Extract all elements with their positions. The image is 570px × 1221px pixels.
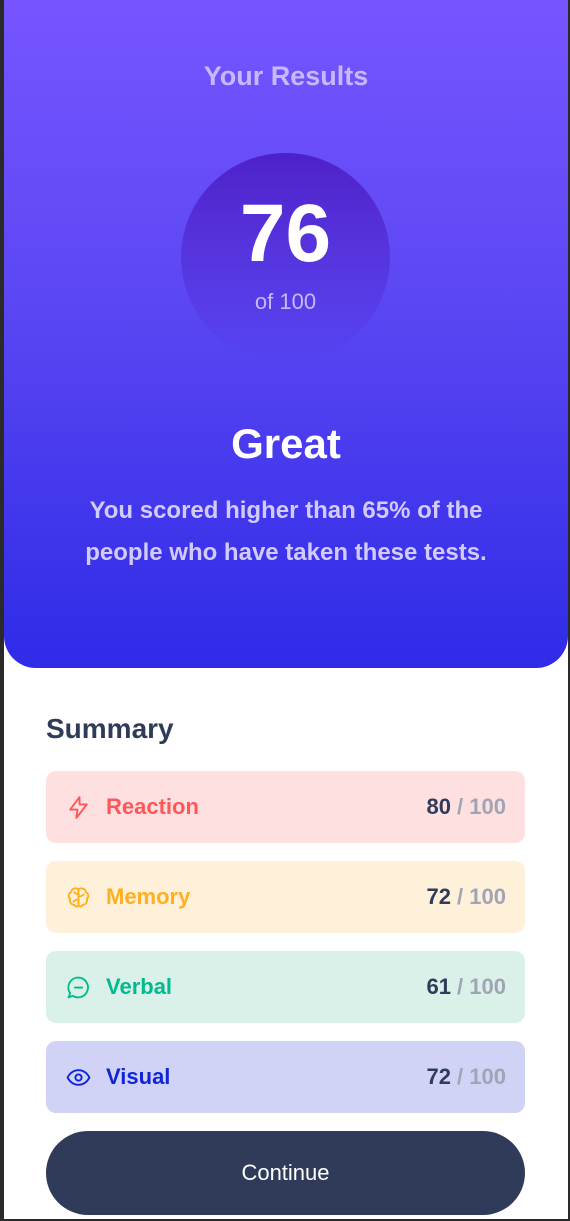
summary-item-score: 80 / 100 (426, 794, 506, 819)
score-max: of 100 (254, 289, 317, 314)
results-description: You scored higher than 65% of the people… (85, 497, 487, 566)
summary-item-score: 72 / 100 (426, 1064, 506, 1089)
continue-button[interactable]: Continue (46, 1131, 525, 1215)
summary-item-score: 72 / 100 (426, 884, 506, 909)
chat-bubble-icon (67, 976, 89, 999)
summary-item-label: Reaction (106, 794, 199, 819)
summary-item-score: 61 / 100 (426, 974, 506, 999)
summary-item-memory: Memory 72 / 100 (46, 861, 525, 933)
summary-item-reaction: Reaction 80 / 100 (46, 771, 525, 843)
summary-item-label: Memory (106, 884, 191, 909)
lightning-icon (69, 796, 88, 819)
rating-label: Great (231, 420, 341, 467)
results-title: Your Results (203, 61, 369, 91)
results-card: Your Results 76 of 100 Great You scored … (4, 0, 568, 1219)
results-panel: Your Results 76 of 100 Great You scored … (4, 0, 568, 668)
summary-item-label: Verbal (106, 974, 173, 999)
summary-title: Summary (46, 713, 174, 744)
summary-item-label: Visual (106, 1064, 171, 1089)
score-value: 76 (239, 188, 332, 279)
summary-item-visual: Visual 72 / 100 (46, 1041, 525, 1113)
eye-icon (66, 1069, 91, 1086)
summary-item-verbal: Verbal 61 / 100 (46, 951, 525, 1023)
score-circle: 76 of 100 (181, 153, 390, 362)
brain-icon (67, 887, 90, 908)
